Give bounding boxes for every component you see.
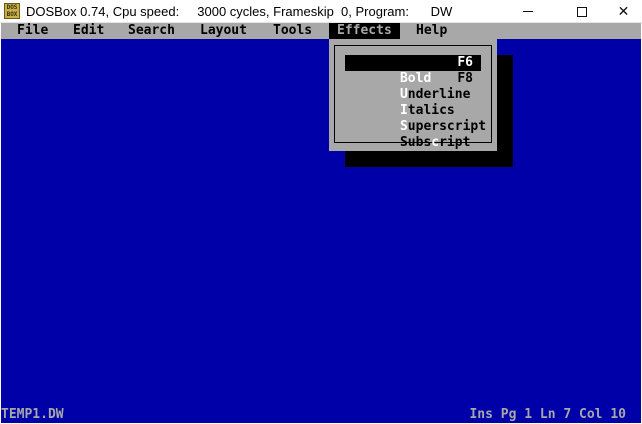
maximize-button[interactable] (559, 0, 605, 23)
dos-screen[interactable]: File Edit Search Layout Tools Effects He… (1, 23, 641, 423)
hotkey-letter: c (431, 135, 440, 150)
effects-item-superscript[interactable]: Superscript (345, 103, 486, 134)
menu-search[interactable]: Search (120, 23, 183, 39)
shortcut-key: F6 (457, 55, 473, 70)
dosbox-app-icon[interactable]: DOS BOX (4, 3, 20, 19)
menu-help[interactable]: Help (408, 23, 455, 39)
menu-file[interactable]: File (9, 23, 56, 39)
menu-tools[interactable]: Tools (265, 23, 320, 39)
item-label-prefix: Subs (399, 135, 432, 150)
minimize-button[interactable] (505, 0, 551, 23)
menu-bar: File Edit Search Layout Tools Effects He… (1, 23, 641, 39)
status-cursor-position: Ins Pg 1 Ln 7 Col 10 (469, 407, 626, 422)
effects-item-italics[interactable]: Italics (345, 87, 481, 118)
effects-dropdown: Bold F6 Underline F8 Italics Superscript… (329, 39, 497, 151)
window-title: DOSBox 0.74, Cpu speed: 3000 cycles, Fra… (26, 4, 453, 19)
menu-effects[interactable]: Effects (329, 23, 400, 39)
menu-edit[interactable]: Edit (65, 23, 112, 39)
shortcut-key: F8 (457, 71, 473, 86)
effects-item-subscript[interactable]: Subscript (345, 119, 481, 150)
title-bar: DOS BOX DOSBox 0.74, Cpu speed: 3000 cyc… (0, 0, 642, 23)
minimize-icon (523, 11, 533, 12)
status-filename: TEMP1.DW (1, 407, 64, 422)
maximize-icon (577, 6, 587, 17)
close-icon: ✕ (617, 3, 630, 20)
effects-item-underline[interactable]: Underline F8 (345, 71, 481, 102)
menu-layout[interactable]: Layout (192, 23, 255, 39)
close-button[interactable]: ✕ (605, 0, 642, 23)
effects-item-bold[interactable]: Bold F6 (345, 55, 481, 86)
item-label: ript (439, 135, 471, 150)
